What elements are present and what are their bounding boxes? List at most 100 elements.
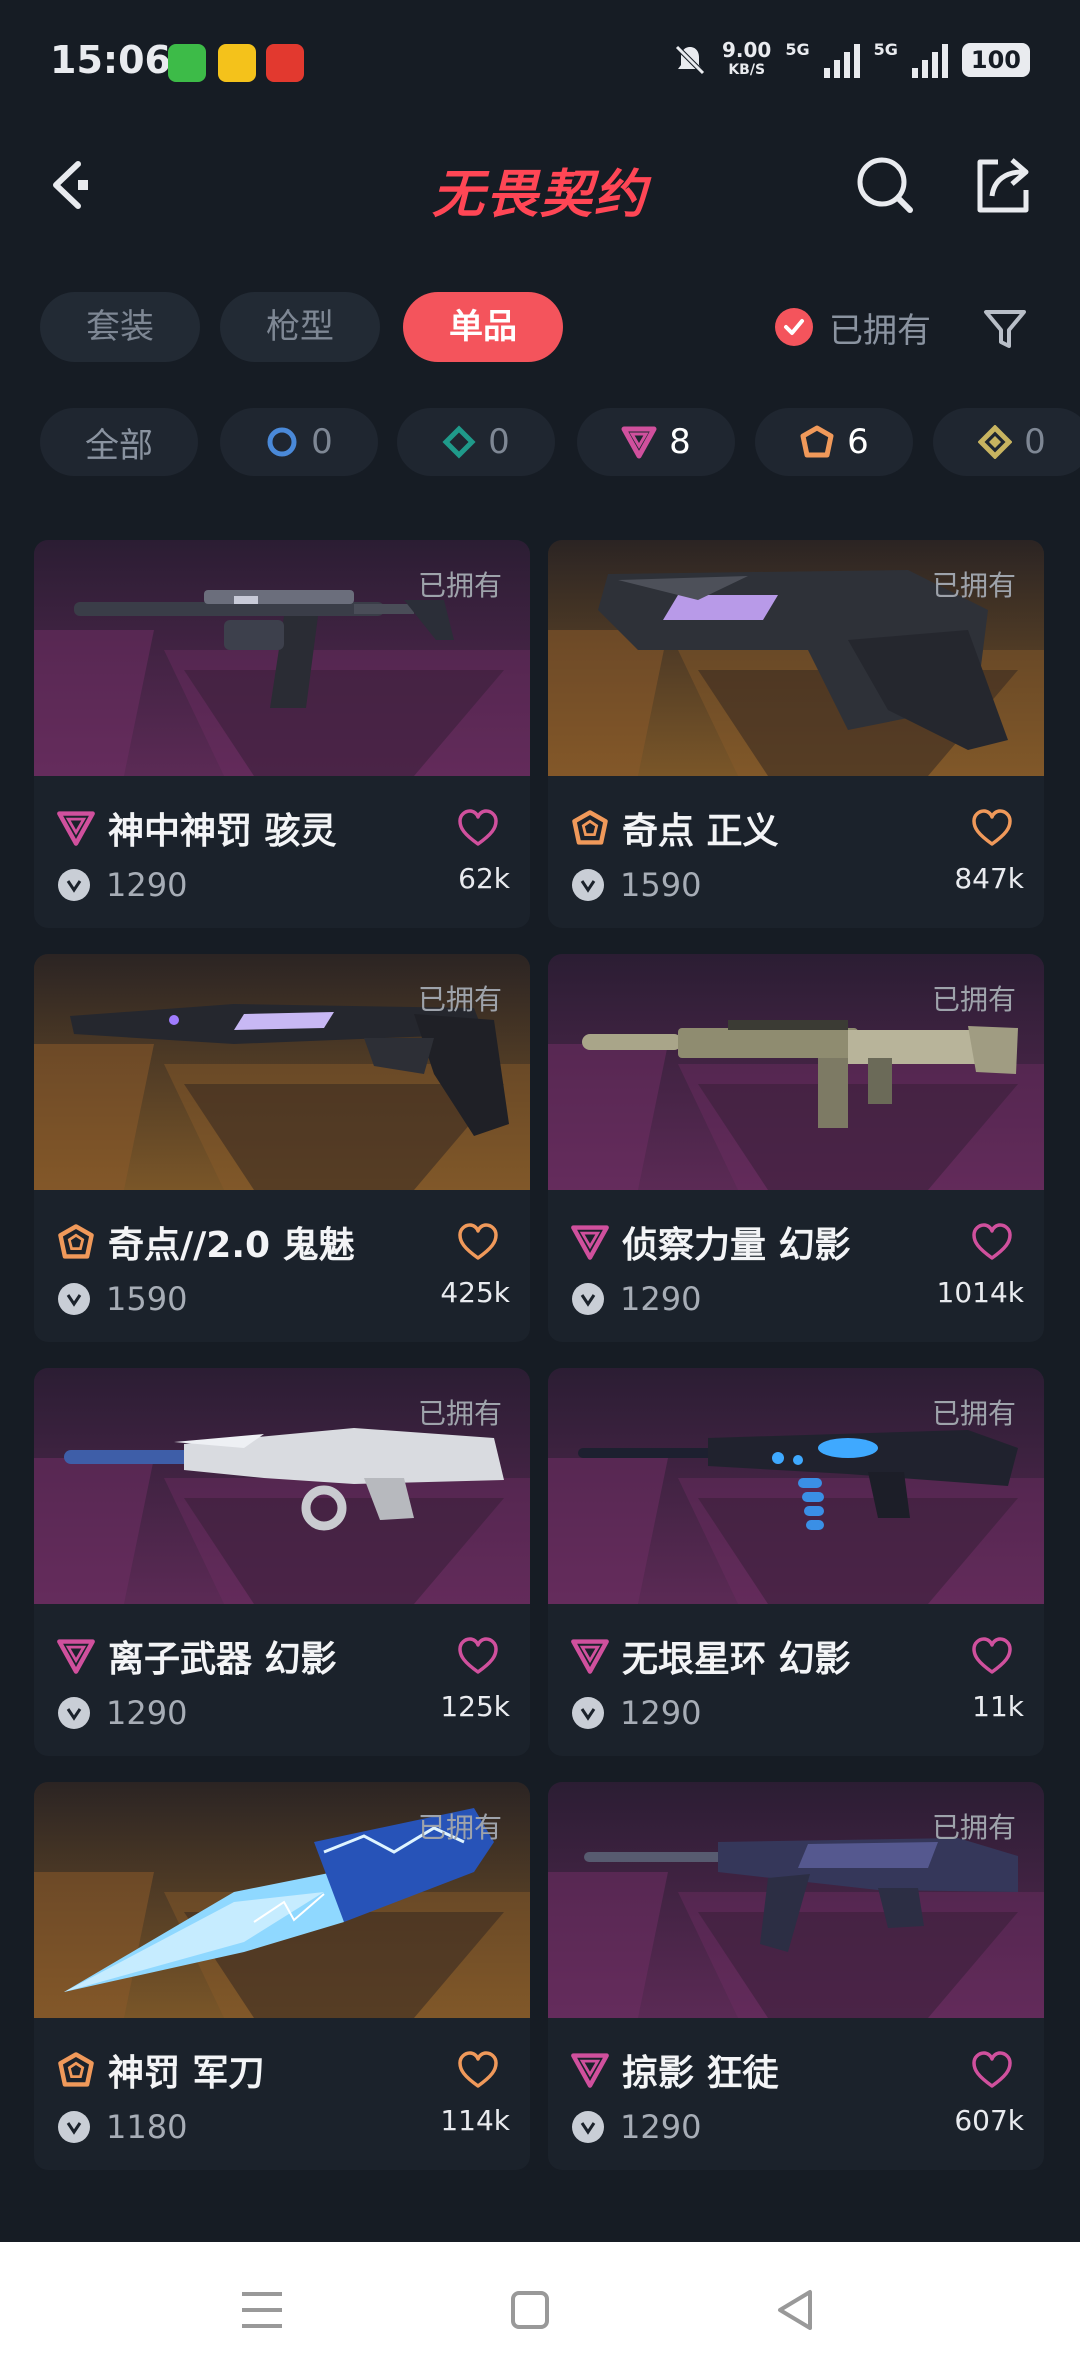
price-row: 1590: [572, 866, 701, 904]
home-icon[interactable]: [500, 2282, 560, 2338]
premium-tier-icon: [57, 1639, 95, 1674]
share-icon[interactable]: [968, 150, 1038, 220]
rarity-chip-all[interactable]: 全部: [40, 408, 198, 476]
skin-card[interactable]: 已拥有无垠星环 幻影 1290 11k: [548, 1368, 1044, 1756]
premium-tier-icon: [571, 1225, 609, 1260]
price-row: 1590: [58, 1280, 187, 1318]
vp-currency-icon: [572, 1283, 604, 1315]
tab-weapon-type[interactable]: 枪型: [220, 292, 380, 362]
heart-icon[interactable]: [456, 808, 500, 848]
like-count: 847k: [954, 862, 1024, 895]
exclusive-tier-icon: [58, 1224, 94, 1259]
skin-card[interactable]: 已拥有奇点 正义 1590 847k: [548, 540, 1044, 928]
skin-price: 1180: [106, 2108, 188, 2146]
status-bar: 15:06 9.00 KB/S 5G 5G 100: [0, 0, 1080, 130]
vp-currency-icon: [58, 1697, 90, 1729]
owned-tag: 已拥有: [931, 569, 1016, 602]
battery-icon: 100: [961, 43, 1030, 77]
like-count: 11k: [972, 1690, 1024, 1723]
premium-tier-icon: [571, 2053, 609, 2088]
heart-icon[interactable]: [970, 1636, 1014, 1676]
checkmark-icon: [775, 308, 813, 346]
skin-card[interactable]: 已拥有 侦察力量 幻影 1290 1014k: [548, 954, 1044, 1342]
net-speed: 9.00 KB/S: [722, 38, 772, 78]
rarity-chip-ultra[interactable]: 0: [933, 408, 1080, 476]
owned-tag: 已拥有: [417, 1811, 502, 1844]
heart-icon[interactable]: [970, 2050, 1014, 2090]
price-row: 1290: [58, 1694, 187, 1732]
skin-image: 已拥有: [548, 1782, 1044, 2018]
skin-card[interactable]: 已拥有神中神罚 骇灵 1290 62k: [34, 540, 530, 928]
like-count: 125k: [440, 1690, 510, 1723]
filter-icon[interactable]: [980, 304, 1030, 354]
price-row: 1290: [572, 1280, 701, 1318]
skin-name: 神中神罚 骇灵: [108, 811, 337, 852]
skin-price: 1590: [106, 1280, 188, 1318]
skin-card[interactable]: 已拥有 掠影 狂徒 1290 607k: [548, 1782, 1044, 2170]
heart-icon[interactable]: [970, 1222, 1014, 1262]
system-nav-bar: [0, 2242, 1080, 2376]
skin-image: 已拥有: [34, 540, 530, 776]
select-tier-icon: [267, 427, 297, 457]
vp-currency-icon: [572, 869, 604, 901]
back-nav-icon[interactable]: [766, 2282, 826, 2338]
owned-tag: 已拥有: [417, 1397, 502, 1430]
like-count: 114k: [440, 2104, 510, 2137]
back-button[interactable]: [36, 150, 106, 220]
vp-currency-icon: [58, 1283, 90, 1315]
mute-icon: [675, 45, 705, 75]
search-icon[interactable]: [850, 150, 920, 220]
messages-notification-icon: [168, 44, 206, 82]
network-type-2: 5G: [873, 40, 898, 59]
skin-name-row: 无垠星环 幻影: [570, 1630, 851, 1682]
owned-filter-toggle[interactable]: 已拥有: [775, 292, 931, 362]
skin-name-row: 侦察力量 幻影: [570, 1216, 851, 1268]
skin-price: 1290: [106, 866, 188, 904]
exclusive-tier-icon: [572, 810, 608, 845]
skin-card[interactable]: 已拥有神罚 军刀 1180 114k: [34, 1782, 530, 2170]
skin-card[interactable]: 已拥有奇点//2.0 鬼魅 1590 425k: [34, 954, 530, 1342]
skin-image: 已拥有: [34, 954, 530, 1190]
news-notification-icon: [266, 44, 304, 82]
owned-tag: 已拥有: [931, 1397, 1016, 1430]
vp-currency-icon: [572, 2111, 604, 2143]
heart-icon[interactable]: [970, 808, 1014, 848]
menu-icon[interactable]: [232, 2282, 292, 2338]
tab-bundle[interactable]: 套装: [40, 292, 200, 362]
owned-tag: 已拥有: [417, 569, 502, 602]
premium-tier-icon: [571, 1639, 609, 1674]
like-count: 425k: [440, 1276, 510, 1309]
like-count: 62k: [458, 862, 510, 895]
premium-tier-icon: [621, 426, 657, 459]
skin-name: 奇点//2.0 鬼魅: [108, 1225, 355, 1266]
rarity-chip-premium[interactable]: 8: [577, 408, 735, 476]
skin-name-row: 掠影 狂徒: [570, 2044, 779, 2096]
skin-name-row: 神罚 军刀: [56, 2044, 265, 2096]
skin-card[interactable]: 已拥有离子武器 幻影 1290 125k: [34, 1368, 530, 1756]
rarity-chip-deluxe[interactable]: 0: [397, 408, 555, 476]
skin-image: 已拥有: [548, 1368, 1044, 1604]
skin-name-row: 离子武器 幻影: [56, 1630, 337, 1682]
price-row: 1180: [58, 2108, 187, 2146]
skin-name: 神罚 军刀: [108, 2053, 265, 2094]
category-tabs: 套装 枪型 单品 已拥有: [40, 292, 1040, 362]
vp-currency-icon: [572, 1697, 604, 1729]
skin-price: 1290: [620, 1694, 702, 1732]
tab-single-item[interactable]: 单品: [403, 292, 563, 362]
skin-name: 侦察力量 幻影: [622, 1225, 851, 1266]
rarity-chip-select[interactable]: 0: [220, 408, 378, 476]
exclusive-tier-icon: [800, 425, 834, 458]
app-notification-icon: [218, 44, 256, 82]
premium-tier-icon: [57, 811, 95, 846]
skin-name: 奇点 正义: [622, 811, 779, 852]
heart-icon[interactable]: [456, 1222, 500, 1262]
status-time: 15:06: [50, 38, 171, 82]
signal-2-icon: [911, 42, 948, 78]
skin-image: 已拥有: [548, 540, 1044, 776]
heart-icon[interactable]: [456, 1636, 500, 1676]
skin-name-row: 奇点 正义: [570, 802, 779, 854]
skin-price: 1290: [620, 1280, 702, 1318]
heart-icon[interactable]: [456, 2050, 500, 2090]
price-row: 1290: [58, 866, 187, 904]
rarity-chip-exclusive[interactable]: 6: [755, 408, 913, 476]
